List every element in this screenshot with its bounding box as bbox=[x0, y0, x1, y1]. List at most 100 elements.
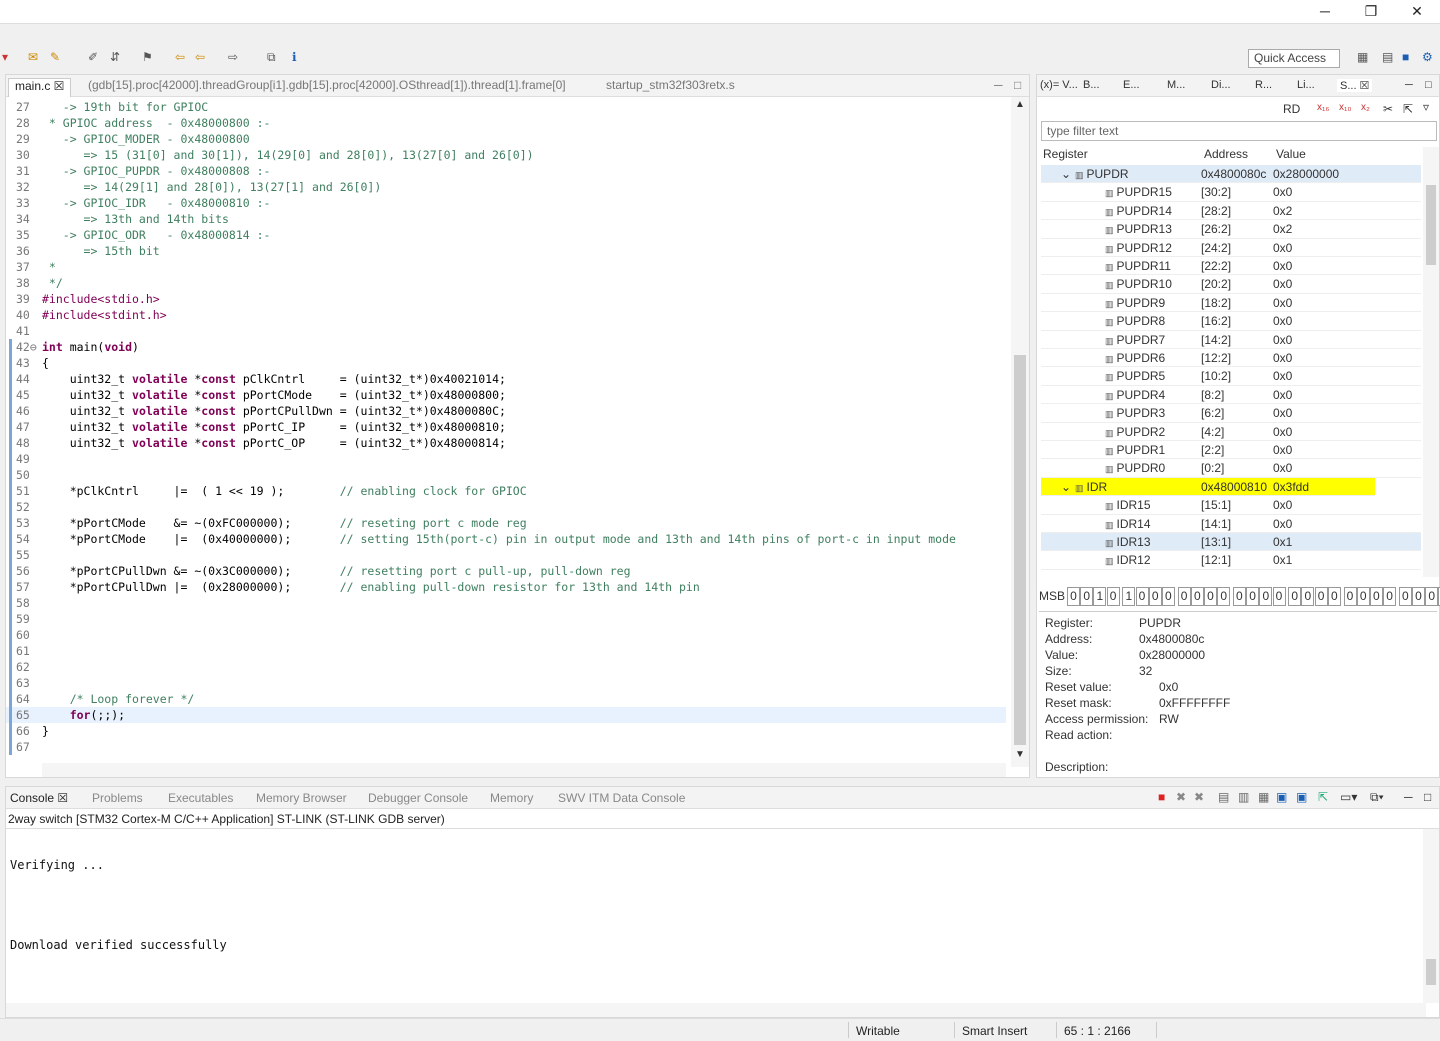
quick-access-input[interactable]: Quick Access bbox=[1248, 49, 1340, 68]
editor-hscrollbar[interactable] bbox=[42, 763, 1006, 777]
code-line[interactable]: 54 *pPortCMode |= (0x40000000); // setti… bbox=[6, 531, 1006, 547]
code-line[interactable]: 49 bbox=[6, 451, 1006, 467]
bit-cell[interactable]: 0 bbox=[1161, 587, 1175, 606]
tab-swv-itm[interactable]: SWV ITM Data Console bbox=[558, 791, 685, 805]
settings-perspective-icon[interactable]: ⚙ bbox=[1422, 50, 1433, 64]
register-field-row[interactable]: ▥ PUPDR9 [18:2] 0x0 bbox=[1041, 294, 1421, 313]
code-line[interactable]: 39 #include<stdio.h> bbox=[6, 291, 1006, 307]
register-field-row[interactable]: ▥ PUPDR1 [2:2] 0x0 bbox=[1041, 441, 1421, 460]
maximize-view-icon[interactable]: □ bbox=[1424, 790, 1431, 804]
register-row[interactable]: ⌄ ▥ IDR 0x48000810 0x3fdd bbox=[1041, 477, 1375, 497]
tab-expressions[interactable]: E... bbox=[1123, 79, 1140, 91]
code-line[interactable]: 60 bbox=[6, 627, 1006, 643]
register-field-row[interactable]: ▥ PUPDR2 [4:2] 0x0 bbox=[1041, 423, 1421, 441]
code-line[interactable]: 62 bbox=[6, 659, 1006, 675]
code-line[interactable]: 30 => 15 (31[0] and 30[1]), 14(29[0] and… bbox=[6, 147, 1006, 163]
mx-icon[interactable]: ■ bbox=[1402, 50, 1409, 64]
terminate-icon[interactable]: ■ bbox=[1158, 790, 1165, 804]
tab-problems[interactable]: Problems bbox=[92, 791, 143, 805]
history-icon[interactable]: ⇦ bbox=[195, 50, 205, 64]
console-vscrollbar[interactable] bbox=[1423, 829, 1439, 1003]
code-line[interactable]: 67 bbox=[6, 739, 1006, 755]
code-line[interactable]: 59 bbox=[6, 611, 1006, 627]
remove-all-icon[interactable]: ✖ bbox=[1194, 790, 1204, 804]
maximize-icon[interactable]: ❐ bbox=[1348, 0, 1394, 24]
register-field-row[interactable]: ▥ PUPDR5 [10:2] 0x0 bbox=[1041, 367, 1421, 386]
bit-cell[interactable]: 0 bbox=[1190, 587, 1204, 606]
register-field-row[interactable]: ▥ PUPDR14 [28:2] 0x2 bbox=[1041, 202, 1421, 221]
debug-perspective-icon[interactable]: ▤ bbox=[1382, 50, 1393, 64]
code-line[interactable]: 43 { bbox=[6, 355, 1006, 371]
code-line[interactable]: 44 uint32_t volatile *const pClkCntrl = … bbox=[6, 371, 1006, 387]
register-field-row[interactable]: ▥ IDR15 [15:1] 0x0 bbox=[1041, 496, 1421, 515]
col-value[interactable]: Value bbox=[1276, 147, 1306, 161]
remove-launch-icon[interactable]: ✖ bbox=[1176, 790, 1186, 804]
code-line[interactable]: 41 bbox=[6, 323, 1006, 339]
scroll-up-icon[interactable]: ▲ bbox=[1015, 99, 1025, 110]
filter-input[interactable]: type filter text bbox=[1041, 121, 1437, 141]
export-icon[interactable]: ⇱ bbox=[1403, 102, 1413, 116]
register-row[interactable]: ⌄ ▥ PUPDR 0x4800080c 0x28000000 bbox=[1041, 165, 1421, 184]
code-line[interactable]: 33 -> GPIOC_IDR - 0x48000810 :- bbox=[6, 195, 1006, 211]
show-stdout-icon[interactable]: ▣ bbox=[1276, 790, 1287, 804]
bit-cell[interactable]: 0 bbox=[1217, 587, 1231, 606]
forward-icon[interactable]: ⇨ bbox=[228, 50, 238, 64]
code-line[interactable]: 56 *pPortCPullDwn &= ~(0x3C000000); // r… bbox=[6, 563, 1006, 579]
bit-cell[interactable]: 0 bbox=[1272, 587, 1286, 606]
bit-cell[interactable]: 0 bbox=[1232, 587, 1246, 606]
code-line[interactable]: 27 -> 19th bit for GPIOC bbox=[6, 99, 1006, 115]
tab-console[interactable]: Console ☒ bbox=[10, 791, 68, 805]
dec-format-icon[interactable]: x₁₀ bbox=[1339, 102, 1352, 113]
pin-console-icon[interactable]: ⇱ bbox=[1318, 790, 1328, 804]
bit-cell[interactable]: 0 bbox=[1356, 587, 1370, 606]
minimize-icon[interactable]: ─ bbox=[1302, 0, 1348, 24]
tab-memory-browser[interactable]: Memory Browser bbox=[256, 791, 347, 805]
scroll-thumb[interactable] bbox=[1014, 355, 1026, 745]
register-field-row[interactable]: ▥ IDR12 [12:1] 0x1 bbox=[1041, 551, 1421, 570]
bit-cell[interactable]: 0 bbox=[1398, 587, 1412, 606]
tab-executables[interactable]: Executables bbox=[168, 791, 233, 805]
bit-cell[interactable]: 0 bbox=[1080, 587, 1094, 606]
code-line[interactable]: 36 => 15th bit bbox=[6, 243, 1006, 259]
register-field-row[interactable]: ▥ IDR14 [14:1] 0x0 bbox=[1041, 515, 1421, 533]
build-icon[interactable]: ✎ bbox=[50, 50, 60, 64]
maximize-view-icon[interactable]: □ bbox=[1425, 79, 1432, 91]
bit-cell[interactable]: 0 bbox=[1343, 587, 1357, 606]
minimize-view-icon[interactable]: ─ bbox=[1404, 790, 1413, 804]
navigate-icon[interactable]: ⇵ bbox=[110, 50, 120, 64]
bit-cell[interactable]: 0 bbox=[1369, 587, 1383, 606]
code-line[interactable]: 38 */ bbox=[6, 275, 1006, 291]
bit-cell[interactable]: 0 bbox=[1204, 587, 1217, 606]
code-line[interactable]: 40 #include<stdint.h> bbox=[6, 307, 1006, 323]
open-icon[interactable]: ✉ bbox=[28, 50, 38, 64]
scroll-lock-icon[interactable]: ▥ bbox=[1238, 790, 1249, 804]
code-line[interactable]: 58 bbox=[6, 595, 1006, 611]
tool-icon[interactable]: ✂ bbox=[1383, 102, 1393, 116]
code-line[interactable]: 32 => 14(29[1] and 28[0]), 13(27[1] and … bbox=[6, 179, 1006, 195]
bit-cell[interactable]: 0 bbox=[1106, 587, 1120, 606]
tab-registers[interactable]: R... bbox=[1255, 79, 1272, 91]
edit-icon[interactable]: ✐ bbox=[88, 50, 98, 64]
register-field-row[interactable]: ▥ PUPDR8 [16:2] 0x0 bbox=[1041, 312, 1421, 331]
bit-cell[interactable]: 0 bbox=[1383, 587, 1397, 606]
code-line[interactable]: 28 * GPIOC address - 0x48000800 :- bbox=[6, 115, 1006, 131]
register-field-row[interactable]: ▥ PUPDR12 [24:2] 0x0 bbox=[1041, 239, 1421, 257]
back-icon[interactable]: ⇦ bbox=[175, 50, 185, 64]
code-line[interactable]: 61 bbox=[6, 643, 1006, 659]
code-line[interactable]: 37 * bbox=[6, 259, 1006, 275]
col-register[interactable]: Register bbox=[1043, 147, 1088, 161]
bit-cell[interactable]: 0 bbox=[1412, 587, 1425, 606]
register-field-row[interactable]: ▥ PUPDR11 [22:2] 0x0 bbox=[1041, 257, 1421, 276]
bit-cell[interactable]: 0 bbox=[1135, 587, 1149, 606]
code-line[interactable]: 53 *pPortCMode &= ~(0xFC000000); // rese… bbox=[6, 515, 1006, 531]
perspective-icon[interactable]: ▦ bbox=[1357, 50, 1368, 64]
tab-modules[interactable]: M... bbox=[1167, 79, 1185, 91]
bit-cell[interactable]: 0 bbox=[1177, 587, 1191, 606]
editor-vscrollbar[interactable]: ▲ ▼ bbox=[1011, 97, 1029, 767]
code-line[interactable]: 65 for(;;); bbox=[6, 707, 1006, 723]
minimize-view-icon[interactable]: ─ bbox=[994, 78, 1003, 92]
info-icon[interactable]: ℹ bbox=[292, 50, 297, 64]
code-line[interactable]: 57 *pPortCPullDwn |= (0x28000000); // en… bbox=[6, 579, 1006, 595]
bit-cell[interactable]: 0 bbox=[1301, 587, 1315, 606]
register-field-row[interactable]: ▥ PUPDR0 [0:2] 0x0 bbox=[1041, 459, 1421, 478]
